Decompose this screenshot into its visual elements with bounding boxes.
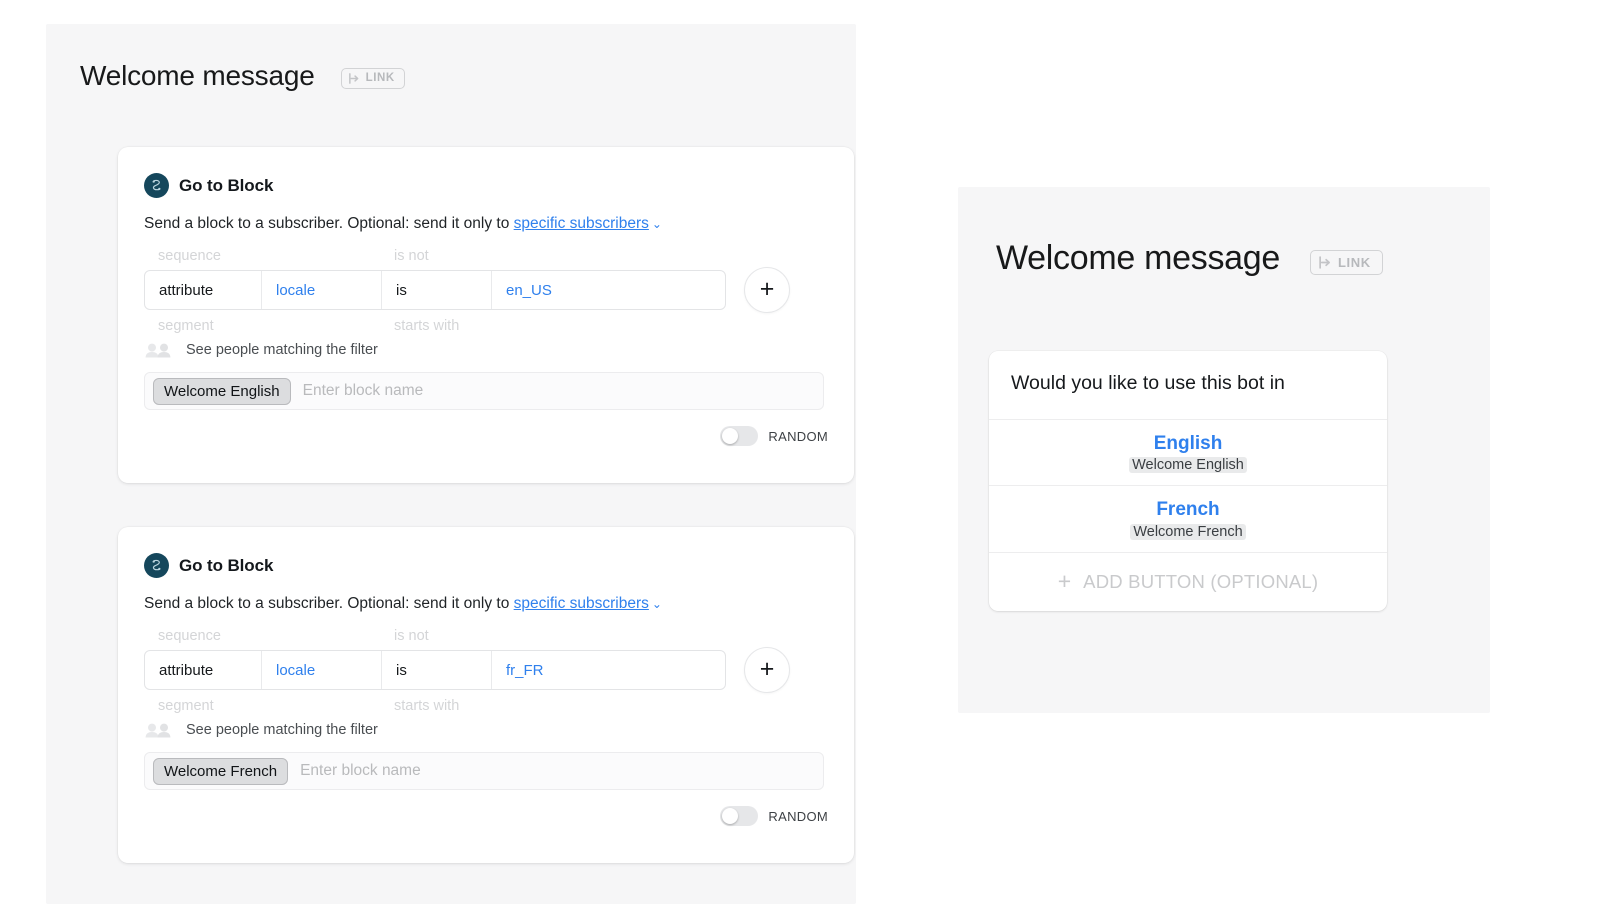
see-people-row[interactable]: See people matching the filter: [144, 722, 854, 738]
block-name-field[interactable]: Welcome English Enter block name: [144, 372, 824, 411]
plus-icon: +: [1057, 568, 1072, 595]
filter-ghost-sequence: sequence: [158, 248, 221, 265]
see-people-label: See people matching the filter: [186, 722, 378, 739]
people-icon: [145, 723, 171, 738]
preview-title: Welcome message: [996, 239, 1280, 277]
message-text: Would you like to use this bot in: [1011, 372, 1285, 394]
block-name-field[interactable]: Welcome French Enter block name: [144, 752, 824, 791]
filter-value-input[interactable]: fr_FR: [491, 651, 725, 690]
filter-zone: sequence is not segment starts with attr…: [144, 628, 824, 716]
add-button-label: ADD BUTTON (OPTIONAL): [1083, 570, 1319, 592]
random-label: RANDOM: [768, 428, 828, 444]
card-description: Send a block to a subscriber. Optional: …: [118, 198, 854, 234]
toggle-knob: [722, 428, 739, 445]
go-to-block-icon: [144, 173, 169, 198]
block-chip[interactable]: Welcome English: [153, 377, 291, 405]
filter-operator-select[interactable]: is: [381, 271, 491, 310]
toggle-knob: [722, 808, 739, 825]
filter-attribute-select[interactable]: locale: [261, 651, 381, 690]
card-description-prefix: Send a block to a subscriber. Optional: …: [144, 595, 514, 612]
filter-ghost-segment: segment: [158, 698, 214, 715]
plus-icon: +: [759, 274, 775, 303]
link-button-label: LINK: [365, 72, 395, 84]
specific-subscribers-link[interactable]: specific subscribers: [514, 215, 649, 232]
go-to-block-card: Go to Block Send a block to a subscriber…: [118, 147, 854, 483]
preview-button-target: Welcome English: [1129, 457, 1247, 474]
see-people-row[interactable]: See people matching the filter: [144, 342, 854, 358]
preview-button-target: Welcome French: [1130, 524, 1246, 541]
random-toggle[interactable]: [720, 426, 759, 447]
filter-row: attribute locale is fr_FR: [144, 650, 726, 691]
chevron-down-icon[interactable]: ⌄: [652, 597, 662, 611]
filter-ghost-segment: segment: [158, 318, 214, 335]
card-description: Send a block to a subscriber. Optional: …: [118, 578, 854, 614]
filter-zone: sequence is not segment starts with attr…: [144, 248, 824, 336]
preview-button-english[interactable]: English Welcome English: [989, 418, 1387, 486]
editor-header: Welcome message LINK: [46, 24, 856, 100]
filter-row: attribute locale is en_US: [144, 270, 726, 311]
editor-panel: Welcome message LINK Go to Block Send a …: [46, 24, 856, 904]
block-chip[interactable]: Welcome French: [153, 757, 289, 785]
preview-button-french[interactable]: French Welcome French: [989, 485, 1387, 552]
link-button[interactable]: LINK: [340, 67, 405, 89]
random-label: RANDOM: [768, 808, 828, 824]
page-title: Welcome message: [80, 60, 315, 91]
random-row: RANDOM: [118, 806, 828, 827]
card-heading: Go to Block: [179, 175, 274, 195]
preview-panel: Welcome message LINK Would you like to u…: [958, 187, 1490, 713]
specific-subscribers-link[interactable]: specific subscribers: [514, 595, 649, 612]
filter-type-select[interactable]: attribute: [145, 271, 261, 309]
go-to-block-icon: [144, 553, 169, 578]
chevron-down-icon[interactable]: ⌄: [652, 217, 662, 231]
block-name-placeholder: Enter block name: [300, 762, 421, 780]
see-people-label: See people matching the filter: [186, 342, 378, 359]
add-button-row[interactable]: + ADD BUTTON (OPTIONAL): [989, 552, 1387, 611]
plus-icon: +: [759, 654, 775, 683]
message-preview-card: Would you like to use this bot in Englis…: [989, 351, 1387, 612]
add-filter-button[interactable]: +: [744, 647, 790, 694]
go-to-block-card: Go to Block Send a block to a subscriber…: [118, 527, 854, 863]
random-row: RANDOM: [118, 426, 828, 447]
preview-button-title: French: [1156, 499, 1220, 521]
preview-link-label: LINK: [1338, 255, 1371, 270]
people-icon: [145, 343, 171, 358]
preview-link-button[interactable]: LINK: [1310, 250, 1383, 275]
preview-header: Welcome message LINK: [958, 187, 1490, 278]
filter-ghost-is-not: is not: [394, 628, 429, 645]
filter-type-select[interactable]: attribute: [145, 651, 261, 689]
card-header: Go to Block: [118, 527, 854, 578]
card-heading: Go to Block: [179, 555, 274, 575]
filter-attribute-select[interactable]: locale: [261, 271, 381, 310]
link-arrow-icon: [348, 72, 358, 84]
filter-ghost-is-not: is not: [394, 248, 429, 265]
filter-ghost-starts-with: starts with: [394, 318, 460, 335]
filter-ghost-starts-with: starts with: [394, 698, 460, 715]
filter-ghost-sequence: sequence: [158, 628, 221, 645]
card-description-prefix: Send a block to a subscriber. Optional: …: [144, 215, 514, 232]
add-filter-button[interactable]: +: [744, 267, 790, 314]
random-toggle[interactable]: [720, 806, 759, 827]
filter-value-input[interactable]: en_US: [491, 271, 725, 310]
filter-operator-select[interactable]: is: [381, 651, 491, 690]
card-header: Go to Block: [118, 147, 854, 198]
screen-root: Welcome message LINK Go to Block Send a …: [0, 0, 1600, 904]
block-name-placeholder: Enter block name: [302, 382, 424, 400]
link-arrow-icon: [1319, 256, 1330, 269]
preview-button-title: English: [1153, 432, 1223, 454]
